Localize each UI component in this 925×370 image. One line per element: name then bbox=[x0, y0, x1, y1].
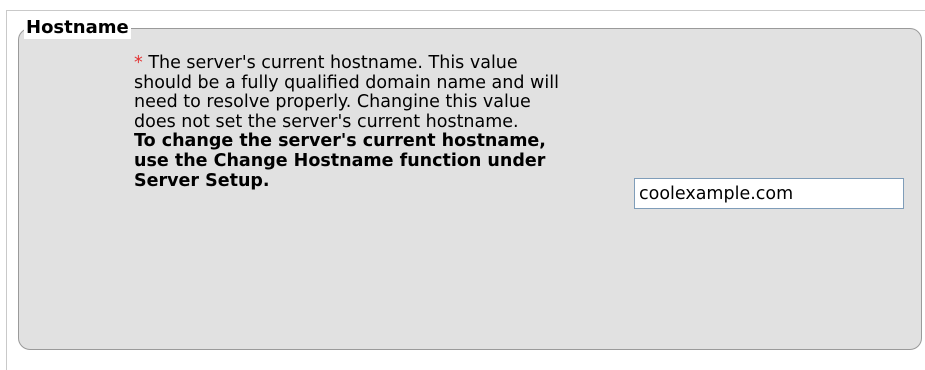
hostname-description: * The server's current hostname. This va… bbox=[134, 53, 574, 191]
required-marker: * bbox=[134, 53, 143, 73]
description-text: The server's current hostname. This valu… bbox=[134, 53, 559, 132]
description-note: To change the server's current hostname,… bbox=[134, 131, 546, 191]
left-divider bbox=[6, 10, 7, 370]
hostname-input[interactable] bbox=[634, 178, 904, 209]
fieldset-legend: Hostname bbox=[24, 17, 131, 39]
top-divider bbox=[6, 10, 925, 11]
